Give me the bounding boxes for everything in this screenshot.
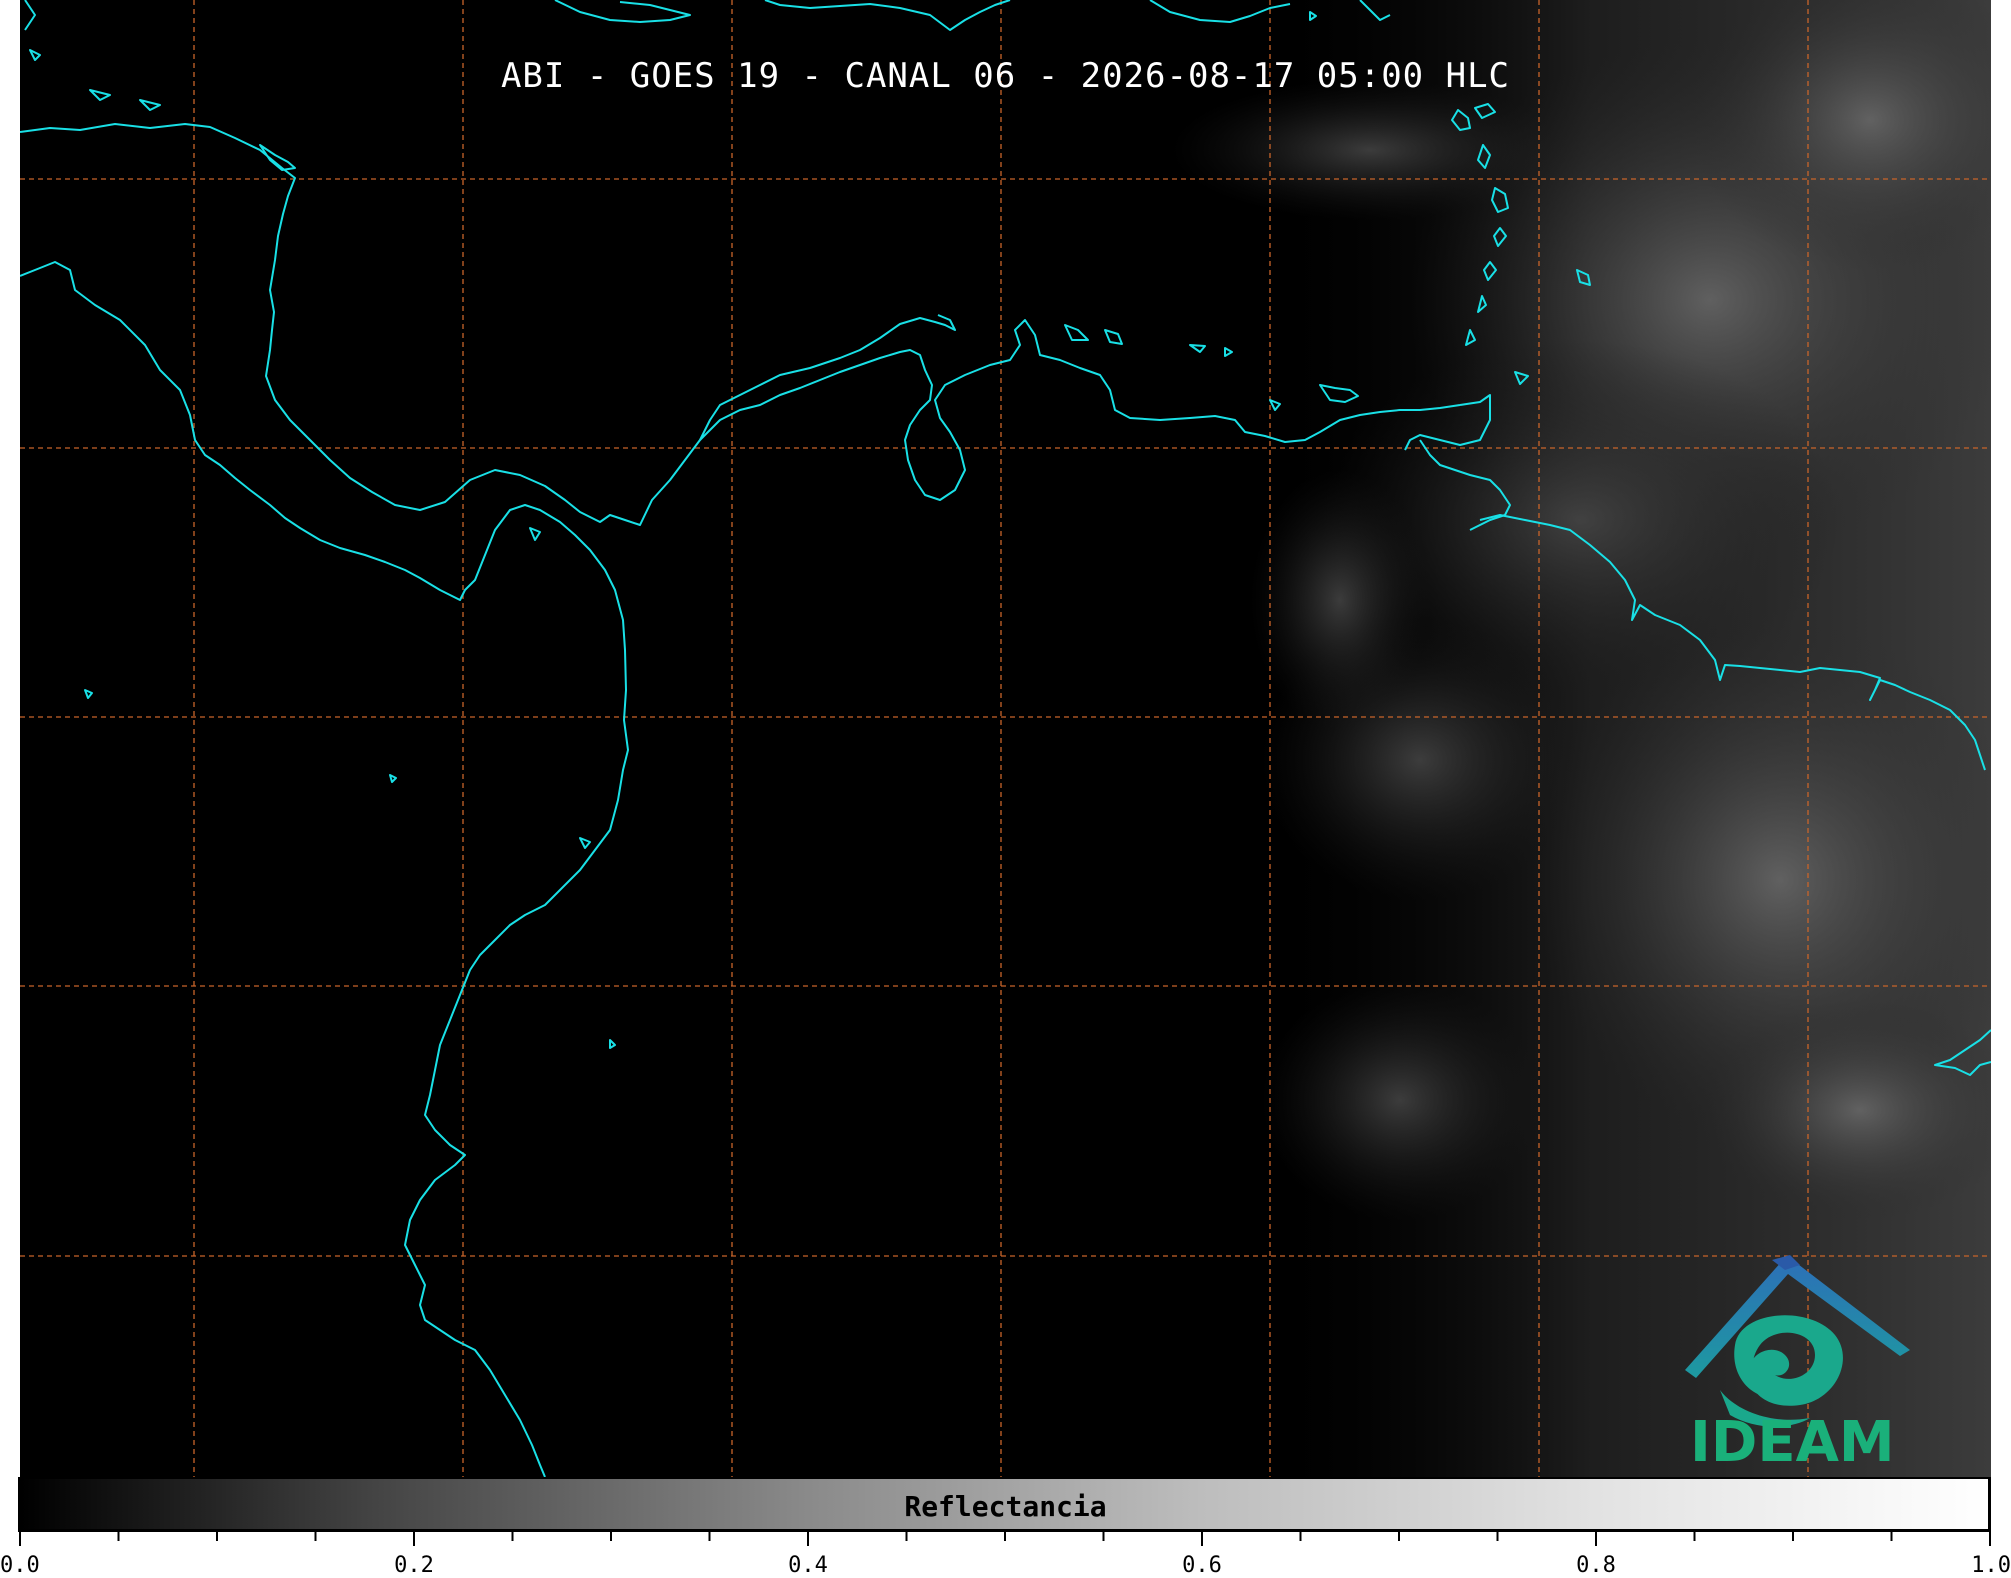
- satellite-map: ABI - GOES 19 - CANAL 06 - 2026-08-17 05…: [20, 0, 1991, 1477]
- colorbar-tick-label: 0.8: [1576, 1553, 1616, 1578]
- map-title: ABI - GOES 19 - CANAL 06 - 2026-08-17 05…: [500, 56, 1511, 96]
- colorbar-label: Reflectancia: [904, 1490, 1107, 1523]
- colorbar-tick-label: 0.4: [788, 1553, 828, 1578]
- colorbar-ticks: [19, 1532, 1991, 1546]
- colorbar-tick-label: 0.0: [0, 1553, 40, 1578]
- colorbar-tick-label: 1.0: [1971, 1553, 2011, 1578]
- colorbar-tick-label: 0.2: [394, 1553, 434, 1578]
- colorbar-tick-label: 0.6: [1182, 1553, 1222, 1578]
- logo-text: IDEAM: [1690, 1410, 1895, 1475]
- colorbar-axis: 0.0 0.2 0.4 0.6 0.8 1.0: [0, 1532, 2011, 1578]
